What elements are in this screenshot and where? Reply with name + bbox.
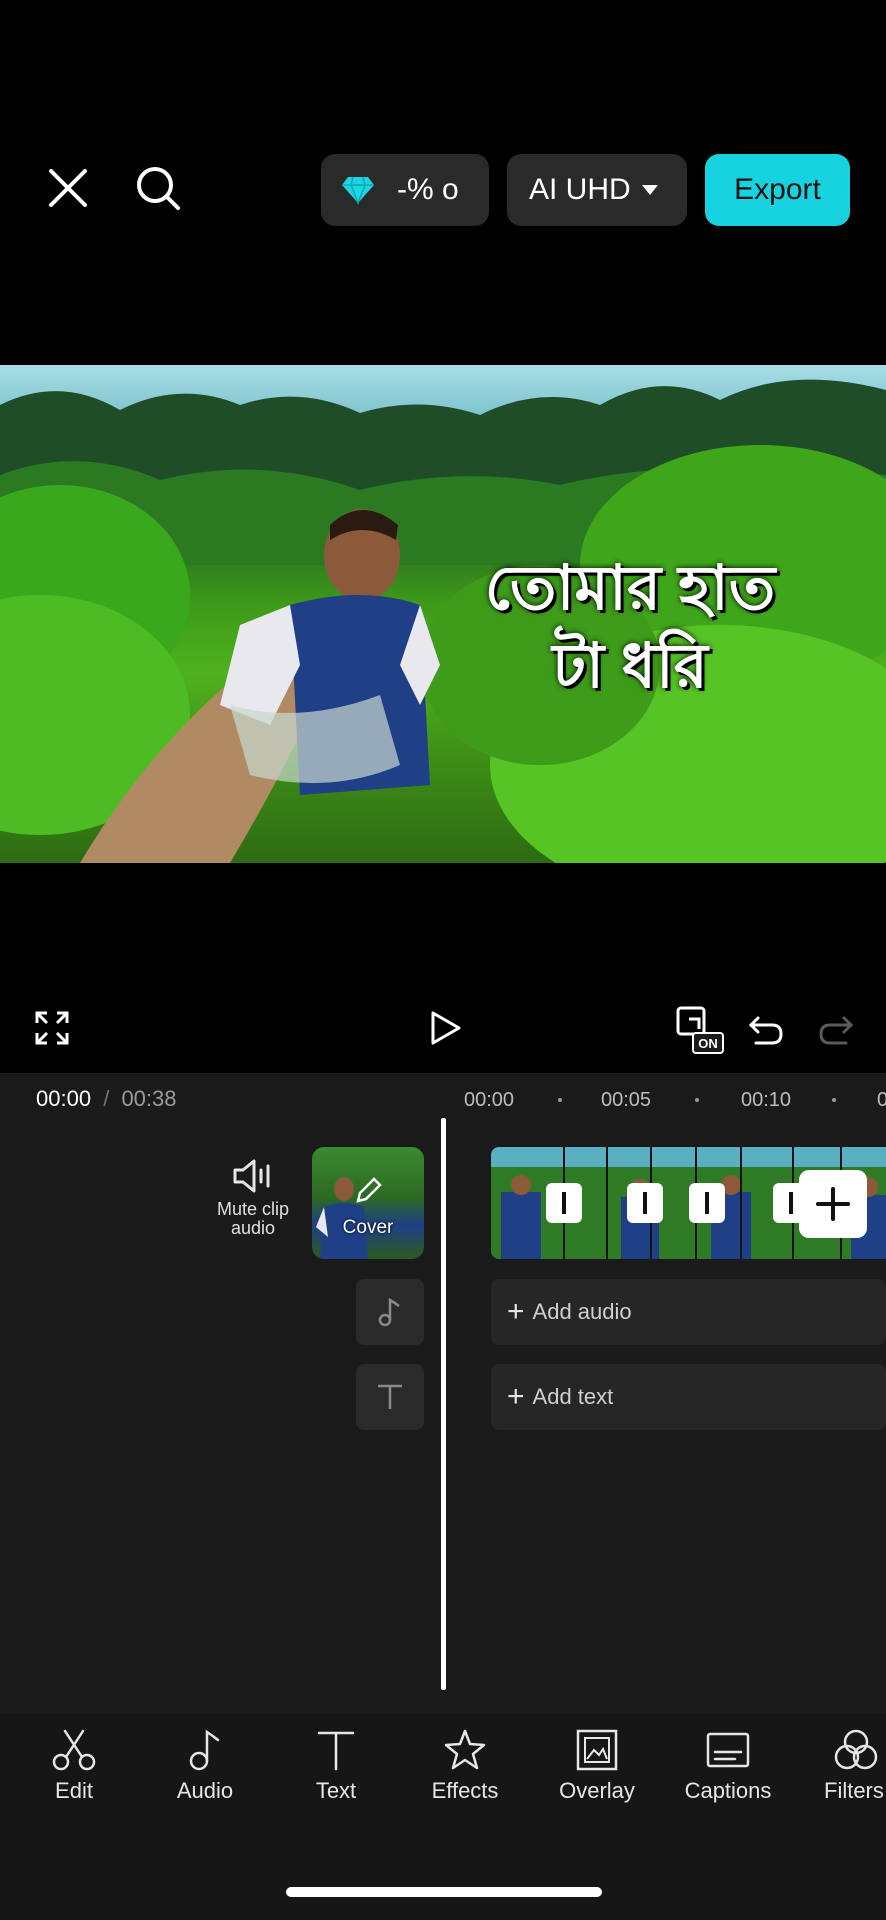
add-audio-row[interactable]: + Add audio	[491, 1279, 886, 1345]
undo-icon	[748, 1016, 783, 1045]
fullscreen-icon	[35, 1011, 69, 1045]
cover-button[interactable]: Cover	[312, 1147, 424, 1259]
pencil-icon	[356, 1177, 382, 1203]
plus-icon: +	[507, 1295, 525, 1328]
time-separator: /	[103, 1086, 110, 1111]
caption-line-2: টা ধরি	[552, 631, 708, 701]
search-button[interactable]	[126, 156, 190, 220]
tool-label: Text	[315, 1778, 357, 1803]
redo-button[interactable]	[814, 1008, 858, 1052]
music-note-icon	[189, 1729, 220, 1771]
audio-track-button[interactable]	[356, 1279, 424, 1345]
svg-text:ON: ON	[698, 1036, 718, 1051]
tool-edit[interactable]: Edit	[14, 1728, 134, 1804]
pro-promo-button[interactable]: -% o	[321, 154, 489, 226]
tool-label: Filters	[824, 1778, 884, 1803]
text-icon	[317, 1731, 355, 1771]
overlay-icon	[576, 1729, 618, 1771]
tool-overlay[interactable]: Overlay	[537, 1728, 657, 1804]
ruler-dot	[832, 1098, 836, 1102]
add-text-row[interactable]: + Add text	[491, 1364, 886, 1430]
ruler-dot	[695, 1098, 699, 1102]
time-display: 00:00 / 00:38	[36, 1086, 177, 1112]
ruler-dot	[558, 1098, 562, 1102]
tool-text[interactable]: Text	[276, 1728, 396, 1804]
add-clip-button[interactable]	[799, 1170, 867, 1238]
mute-label-line2: audio	[230, 1217, 276, 1238]
play-button[interactable]	[424, 1006, 468, 1050]
tool-filters[interactable]: Filters	[799, 1728, 886, 1804]
tool-effects[interactable]: Effects	[405, 1728, 525, 1804]
mute-label: Mute clip audio	[217, 1200, 289, 1238]
transition-marker[interactable]	[546, 1183, 582, 1223]
resolution-label: AI UHD	[529, 173, 631, 206]
speaker-icon	[233, 1159, 270, 1193]
scissors-icon	[52, 1729, 96, 1771]
caption-line-1: তোমার হাত	[484, 554, 776, 623]
add-audio-label: Add audio	[532, 1299, 632, 1324]
tool-label: Overlay	[559, 1778, 635, 1803]
plus-icon: +	[507, 1380, 525, 1413]
ruler-mark-2: 00:10	[741, 1089, 792, 1111]
ruler-mark-1: 00:05	[601, 1089, 652, 1111]
play-icon	[431, 1011, 461, 1045]
transition-marker[interactable]	[689, 1183, 725, 1223]
undo-button[interactable]	[744, 1008, 788, 1052]
mute-label-line1: Mute clip	[216, 1199, 290, 1219]
home-indicator	[286, 1887, 602, 1897]
total-time: 00:38	[121, 1086, 177, 1111]
add-text-label: Add text	[532, 1384, 614, 1409]
keyframe-on-icon: ON	[676, 1006, 724, 1054]
ruler-mark-edge: 0	[877, 1089, 886, 1111]
caret-down-icon	[641, 185, 658, 195]
tool-label: Edit	[55, 1778, 93, 1803]
fullscreen-button[interactable]	[30, 1006, 74, 1050]
transition-marker[interactable]	[627, 1183, 663, 1223]
text-icon	[378, 1384, 402, 1409]
text-track-button[interactable]	[356, 1364, 424, 1430]
diamond-icon	[342, 176, 374, 205]
star-icon	[444, 1729, 486, 1770]
export-button[interactable]: Export	[705, 154, 850, 226]
video-preview[interactable]: তোমার হাত টা ধরি	[0, 365, 886, 863]
video-caption: তোমার হাত টা ধরি	[460, 550, 800, 705]
ruler-mark-0: 00:00	[464, 1089, 515, 1111]
tool-label: Captions	[684, 1778, 772, 1803]
promo-text: -% o	[397, 173, 459, 206]
cover-label: Cover	[342, 1217, 394, 1238]
playhead[interactable]	[441, 1118, 446, 1690]
current-time: 00:00	[36, 1086, 92, 1111]
search-icon	[137, 167, 180, 210]
captions-icon	[706, 1732, 750, 1768]
keyframe-toggle-button[interactable]: ON	[674, 1004, 726, 1056]
tool-captions[interactable]: Captions	[668, 1728, 788, 1804]
resolution-dropdown[interactable]: AI UHD	[507, 154, 687, 226]
close-button[interactable]	[36, 156, 100, 220]
close-icon	[49, 169, 87, 207]
mute-clip-audio-button[interactable]: Mute clip audio	[206, 1158, 300, 1252]
filters-icon	[834, 1729, 878, 1770]
redo-icon	[819, 1016, 854, 1045]
tool-label: Audio	[176, 1778, 234, 1803]
tool-label: Effects	[431, 1778, 499, 1803]
music-note-icon	[378, 1297, 400, 1327]
tool-audio[interactable]: Audio	[145, 1728, 265, 1804]
plus-icon	[816, 1187, 850, 1221]
